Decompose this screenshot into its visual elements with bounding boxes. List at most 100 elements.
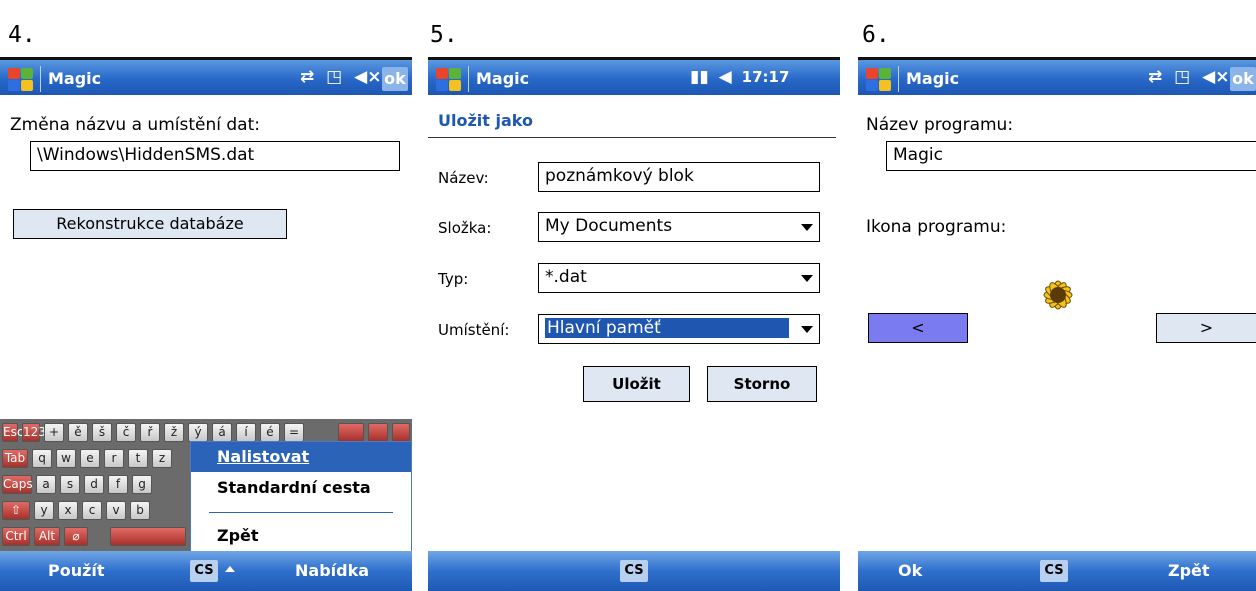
keyboard-key[interactable]: ý <box>188 423 208 442</box>
prev-icon-button[interactable]: < <box>868 313 968 343</box>
windows-start-icon[interactable] <box>434 66 464 92</box>
keyboard-key[interactable]: v <box>106 501 126 520</box>
keyboard-key[interactable]: y <box>34 501 54 520</box>
context-menu: Nalistovat Standardní cesta Zpět <box>190 441 412 554</box>
keyboard-key[interactable]: + <box>44 423 64 442</box>
type-select[interactable]: *.dat <box>538 263 820 293</box>
softkey-right-back[interactable]: Zpět <box>1168 561 1210 580</box>
chevron-down-icon <box>801 275 813 282</box>
keyboard-key[interactable]: s <box>60 475 80 494</box>
keyboard-key[interactable]: á <box>212 423 232 442</box>
softkey-left-ok[interactable]: Ok <box>898 561 922 580</box>
windows-start-icon[interactable] <box>6 66 36 92</box>
keyboard-key[interactable]: c <box>82 501 102 520</box>
keyboard-key[interactable]: x <box>58 501 78 520</box>
data-path-input[interactable]: \Windows\HiddenSMS.dat <box>30 141 400 171</box>
keyboard-key[interactable]: Esc <box>2 423 23 442</box>
keyboard-key[interactable]: w <box>56 449 76 468</box>
speaker-mute-icon[interactable]: ◀× <box>354 67 381 87</box>
ok-button[interactable]: ok <box>1230 67 1256 91</box>
speaker-icon[interactable]: ◀ <box>719 67 732 87</box>
notification-icon[interactable]: ◳ <box>326 67 342 87</box>
input-language-button[interactable]: CS <box>1040 560 1068 582</box>
folder-select[interactable]: My Documents <box>538 212 820 242</box>
keyboard-key[interactable]: d <box>84 475 104 494</box>
bottom-bar: Ok CS Zpět <box>858 551 1256 591</box>
screen-5: Magic ▮▮ ◀ 17:17 Uložit jako Název: pozn… <box>428 57 840 591</box>
screen-4: Magic ⇄ ◳ ◀× ok Změna názvu a umístění d… <box>0 57 412 591</box>
sunflower-icon <box>1043 280 1073 310</box>
keyboard-key[interactable]: = <box>284 423 304 442</box>
keyboard-key[interactable]: r <box>104 449 124 468</box>
notification-icon[interactable]: ◳ <box>1174 67 1190 87</box>
clock-time[interactable]: 17:17 <box>742 68 790 86</box>
keyboard-key[interactable]: ř <box>140 423 160 442</box>
menu-item-back[interactable]: Zpět <box>217 526 259 545</box>
keyboard-key[interactable]: ⇧ <box>2 501 30 520</box>
step-number-6: 6. <box>862 22 890 48</box>
keyboard-key[interactable]: Ctrl <box>2 527 30 546</box>
rename-label: Změna názvu a umístění dat: <box>10 115 260 135</box>
step-number-4: 4. <box>8 22 36 48</box>
keyboard-key[interactable]: č <box>116 423 136 442</box>
location-label: Umístění: <box>438 321 510 339</box>
keyboard-key[interactable]: Tab <box>2 449 28 468</box>
keyboard-key[interactable]: g <box>132 475 152 494</box>
name-label: Název: <box>438 169 489 187</box>
keyboard-key[interactable]: 123 <box>22 423 46 442</box>
save-button[interactable]: Uložit <box>583 366 690 402</box>
menu-item-default-path[interactable]: Standardní cesta <box>217 478 371 497</box>
rebuild-database-button[interactable]: Rekonstrukce databáze <box>13 209 287 239</box>
keyboard-key[interactable]: ě <box>68 423 88 442</box>
keyboard-key[interactable]: t <box>128 449 148 468</box>
title-separator <box>40 66 41 92</box>
windows-start-icon[interactable] <box>864 66 894 92</box>
keyboard-key[interactable]: ž <box>164 423 184 442</box>
keyboard-key[interactable]: q <box>32 449 52 468</box>
title-bar: Magic ▮▮ ◀ 17:17 <box>428 57 840 95</box>
keyboard-key[interactable]: f <box>108 475 128 494</box>
keyboard-key[interactable]: í <box>236 423 256 442</box>
input-language-button[interactable]: CS <box>190 560 218 582</box>
keyboard-key[interactable] <box>110 527 186 546</box>
program-name-label: Název programu: <box>866 115 1014 135</box>
keyboard-key[interactable] <box>338 423 364 442</box>
keyboard-key[interactable]: z <box>152 449 172 468</box>
connectivity-icon[interactable]: ⇄ <box>300 67 314 87</box>
keyboard-key[interactable]: Caps <box>2 475 33 494</box>
speaker-mute-icon[interactable]: ◀× <box>1202 67 1229 87</box>
input-language-button[interactable]: CS <box>620 560 648 582</box>
dialog-heading: Uložit jako <box>438 111 533 130</box>
app-title: Magic <box>48 69 102 88</box>
keyboard-key[interactable] <box>368 423 388 442</box>
menu-item-browse[interactable]: Nalistovat <box>217 447 309 466</box>
softkey-left-use[interactable]: Použít <box>48 561 105 580</box>
keyboard-key[interactable]: e <box>80 449 100 468</box>
keyboard-key[interactable]: š <box>92 423 112 442</box>
name-input[interactable]: poznámkový blok <box>538 162 820 192</box>
location-select[interactable]: Hlavní paměť <box>538 314 820 344</box>
menu-divider <box>209 512 393 513</box>
chevron-down-icon <box>801 326 813 333</box>
folder-label: Složka: <box>438 219 492 237</box>
keyboard-key[interactable]: b <box>130 501 150 520</box>
keyboard-key[interactable]: Alt <box>34 527 60 546</box>
cancel-button[interactable]: Storno <box>707 366 817 402</box>
heading-divider <box>428 137 836 138</box>
caret-up-icon[interactable] <box>225 566 235 572</box>
title-bar: Magic ⇄ ◳ ◀× ok <box>0 57 412 95</box>
bottom-bar: Použít CS Nabídka <box>0 551 412 591</box>
program-name-input[interactable]: Magic <box>886 141 1256 171</box>
keyboard-key[interactable]: ⌀ <box>64 527 88 546</box>
keyboard-key[interactable]: é <box>260 423 280 442</box>
backspace-key[interactable] <box>392 423 410 442</box>
ok-button[interactable]: ok <box>382 67 408 91</box>
connectivity-icon[interactable]: ⇄ <box>1148 67 1162 87</box>
keyboard-key[interactable]: a <box>36 475 56 494</box>
screen-6: Magic ⇄ ◳ ◀× ok Název programu: Magic Ik… <box>858 57 1256 591</box>
title-separator <box>898 66 899 92</box>
type-label: Typ: <box>438 270 469 288</box>
next-icon-button[interactable]: > <box>1156 313 1256 343</box>
softkey-right-menu[interactable]: Nabídka <box>295 561 369 580</box>
signal-icon[interactable]: ▮▮ <box>690 67 709 87</box>
